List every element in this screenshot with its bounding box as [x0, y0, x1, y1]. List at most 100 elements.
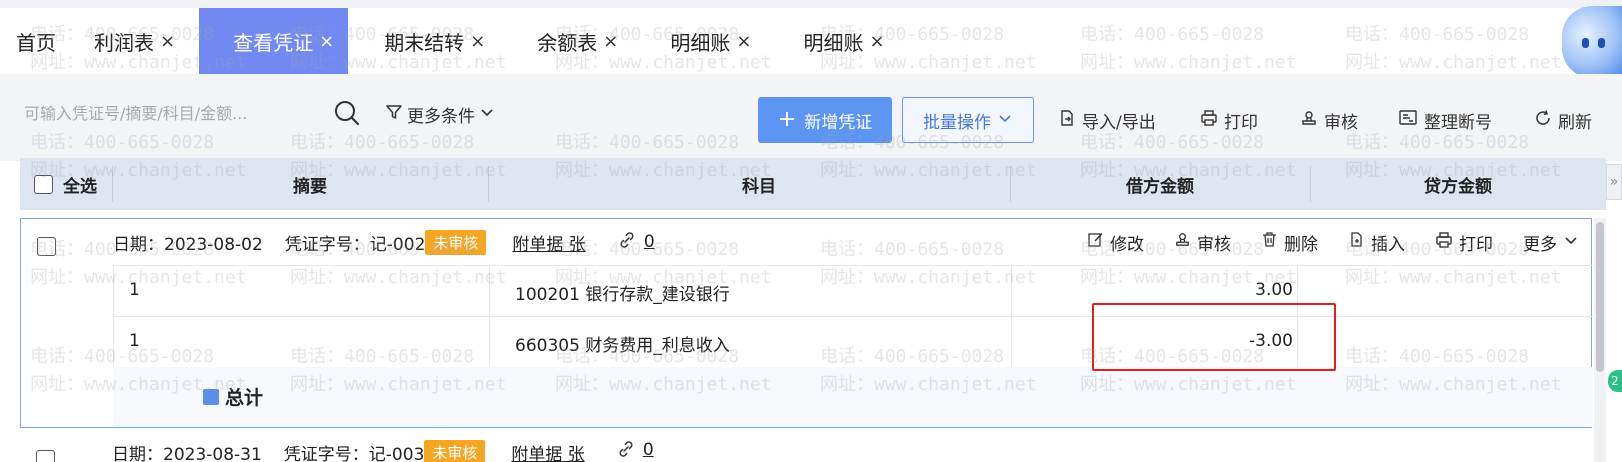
select-all-checkbox[interactable] — [34, 174, 53, 194]
delete-button[interactable]: 删除 — [1261, 230, 1318, 255]
audit-label: 审核 — [1324, 113, 1358, 133]
audit-voucher-label: 审核 — [1197, 234, 1231, 255]
import-export-icon — [1058, 109, 1076, 132]
more-actions-button[interactable]: 更多 — [1523, 230, 1579, 255]
tab-label: 利润表 — [94, 30, 154, 55]
chevron-down-icon — [1563, 232, 1579, 253]
link-count[interactable]: 0 — [643, 440, 654, 460]
audit-voucher-button[interactable]: 审核 — [1174, 230, 1231, 255]
next-voucher-fields: 日期：2023-08-31 凭证字号：记-003 未审核 附单据 张 0 — [112, 440, 654, 462]
attachments-link[interactable]: 附单据 张 — [512, 230, 585, 255]
search-input[interactable] — [22, 96, 322, 130]
voucher-number: 凭证字号：记-003 — [283, 445, 425, 462]
tab-view-voucher[interactable]: 查看凭证 × — [199, 8, 349, 74]
import-export-label: 导入/导出 — [1082, 113, 1156, 133]
tab-ledger-2[interactable]: 明细账 × — [787, 8, 900, 74]
tab-home[interactable]: 首页 — [0, 8, 72, 74]
stamp-icon — [1174, 231, 1191, 253]
insert-icon — [1348, 231, 1365, 253]
voucher-date: 日期：2023-08-02 — [113, 234, 263, 255]
attachment-link-icon[interactable] — [617, 440, 635, 462]
column-debit: 借方金额 — [1010, 158, 1310, 210]
link-count[interactable]: 0 — [644, 232, 655, 252]
close-icon[interactable]: × — [869, 31, 884, 52]
attachment-link-icon[interactable] — [618, 231, 636, 254]
more-conditions-button[interactable]: 更多条件 — [385, 102, 495, 127]
stamp-icon — [1300, 109, 1318, 132]
side-badge[interactable]: 2 — [1608, 370, 1622, 392]
batch-operations-label: 批量操作 — [923, 112, 991, 133]
entry-row[interactable]: 1 100201 银行存款_建设银行 3.00 — [113, 266, 1593, 316]
column-credit: 贷方金额 — [1310, 158, 1606, 210]
edit-icon — [1087, 231, 1104, 253]
edit-button[interactable]: 修改 — [1087, 230, 1144, 255]
plus-icon: + — [777, 107, 797, 132]
tab-period-end-transfer[interactable]: 期末结转 × — [368, 8, 501, 74]
refresh-button[interactable]: 刷新 — [1534, 108, 1592, 133]
trash-icon — [1261, 231, 1278, 253]
total-text: 总计 — [225, 387, 264, 409]
voucher-date: 日期：2023-08-31 — [112, 445, 262, 462]
close-icon[interactable]: × — [736, 31, 751, 52]
tab-profit-statement[interactable]: 利润表 × — [78, 8, 191, 74]
column-account-label: 科目 — [742, 176, 776, 197]
collapse-panel-icon[interactable]: » — [1606, 164, 1622, 200]
print-button[interactable]: 打印 — [1200, 108, 1258, 133]
refresh-icon — [1534, 109, 1552, 132]
chevron-down-icon — [997, 110, 1013, 131]
entry-account: 100201 银行存款_建设银行 — [515, 285, 730, 305]
close-icon[interactable]: × — [470, 31, 485, 52]
delete-label: 删除 — [1284, 234, 1318, 255]
assistant-robot-avatar[interactable] — [1562, 6, 1622, 78]
close-icon[interactable]: × — [160, 31, 175, 52]
batch-operations-button[interactable]: 批量操作 — [902, 97, 1034, 143]
tab-label: 查看凭证 — [233, 30, 314, 55]
reorder-icon — [1398, 109, 1418, 132]
printer-icon — [1435, 231, 1453, 254]
new-voucher-label: 新增凭证 — [804, 112, 873, 133]
total-label: 总计 — [203, 383, 263, 410]
column-summary-label: 摘要 — [293, 176, 327, 197]
close-icon[interactable]: × — [603, 31, 618, 52]
more-actions-label: 更多 — [1523, 234, 1557, 255]
select-all-label: 全选 — [63, 176, 97, 197]
tab-ledger-1[interactable]: 明细账 × — [654, 8, 767, 74]
printer-icon — [1200, 109, 1218, 132]
tab-balance-sheet[interactable]: 余额表 × — [521, 8, 634, 74]
column-debit-label: 借方金额 — [1126, 176, 1194, 197]
tab-label: 明细账 — [803, 30, 864, 55]
column-summary: 摘要 — [112, 158, 508, 210]
vertical-scrollbar[interactable] — [1594, 218, 1606, 462]
entry-row[interactable]: 1 660305 财务费用_利息收入 -3.00 — [113, 317, 1593, 367]
entry-summary: 1 — [129, 280, 140, 300]
import-export-button[interactable]: 导入/导出 — [1058, 108, 1156, 133]
column-credit-label: 贷方金额 — [1424, 176, 1492, 197]
print-voucher-label: 打印 — [1459, 234, 1493, 255]
print-voucher-button[interactable]: 打印 — [1435, 230, 1493, 255]
search-icon[interactable] — [333, 99, 361, 127]
audit-button[interactable]: 审核 — [1300, 108, 1358, 133]
top-strip — [0, 0, 1622, 8]
voucher-number: 凭证字号：记-002 — [284, 234, 426, 255]
voucher-card: 日期：2023-08-02 凭证字号：记-002 未审核 附单据 张 0 修改 … — [20, 218, 1593, 428]
status-badge: 未审核 — [424, 440, 486, 462]
reorder-label: 整理断号 — [1424, 113, 1492, 133]
select-all[interactable]: 全选 — [34, 158, 97, 210]
tab-label: 明细账 — [670, 30, 731, 55]
attachments-link[interactable]: 附单据 张 — [511, 440, 584, 462]
new-voucher-button[interactable]: + 新增凭证 — [758, 97, 892, 143]
entry-summary: 1 — [129, 331, 140, 351]
voucher-checkbox[interactable] — [37, 237, 56, 256]
close-icon[interactable]: × — [319, 31, 334, 52]
tab-label: 首页 — [16, 30, 56, 55]
insert-button[interactable]: 插入 — [1348, 230, 1405, 255]
entry-account: 660305 财务费用_利息收入 — [515, 336, 730, 356]
total-row: 总计 — [113, 367, 1593, 427]
edit-label: 修改 — [1110, 234, 1144, 255]
grid-header: 全选 摘要 科目 借方金额 贷方金额 — [20, 158, 1606, 210]
scrollbar-thumb[interactable] — [1596, 222, 1604, 372]
voucher-checkbox[interactable] — [36, 450, 55, 462]
entry-debit: -3.00 — [1249, 331, 1293, 351]
reorder-numbers-button[interactable]: 整理断号 — [1398, 108, 1492, 133]
voucher-actions: 修改 审核 删除 插入 打印 更多 — [1087, 219, 1579, 265]
